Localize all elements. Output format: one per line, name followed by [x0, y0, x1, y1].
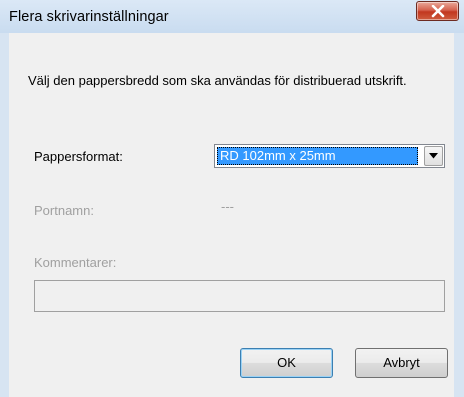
paper-format-dropdown[interactable]: RD 102mm x 25mm: [214, 144, 445, 168]
dropdown-button[interactable]: [424, 146, 443, 166]
title-bar[interactable]: Flera skrivarinställningar: [0, 0, 464, 33]
paper-format-selected-value[interactable]: RD 102mm x 25mm: [217, 147, 418, 165]
close-icon: [431, 5, 445, 18]
close-button[interactable]: [416, 1, 459, 21]
cancel-button[interactable]: Avbryt: [355, 348, 448, 378]
comments-label: Kommentarer:: [34, 255, 117, 270]
intro-text: Välj den pappersbredd som ska användas f…: [28, 73, 407, 88]
dialog-window: Flera skrivarinställningar Välj den papp…: [0, 0, 464, 397]
dialog-title: Flera skrivarinställningar: [9, 9, 169, 25]
chevron-down-icon: [429, 153, 438, 159]
port-name-value: ---: [221, 199, 234, 214]
port-name-label: Portnamn:: [34, 203, 94, 218]
comments-field[interactable]: [34, 280, 445, 312]
ok-button[interactable]: OK: [240, 348, 333, 378]
paper-format-label: Pappersformat:: [34, 149, 123, 164]
